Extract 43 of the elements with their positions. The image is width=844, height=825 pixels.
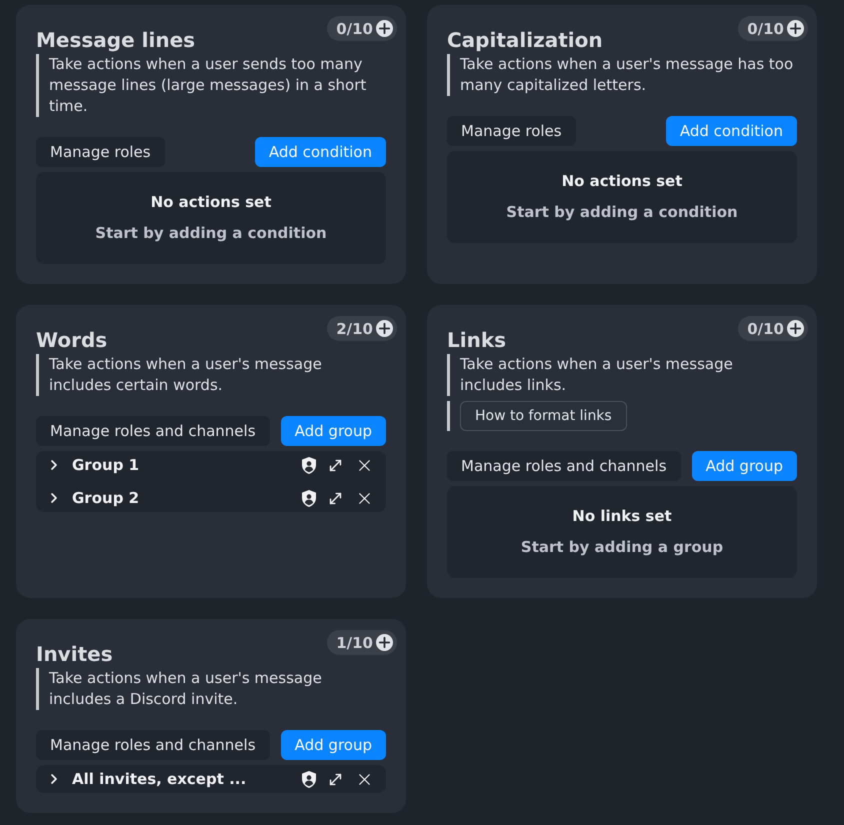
card-title: Message lines: [36, 27, 196, 54]
shield-person-icon[interactable]: [302, 490, 316, 506]
plus-circle-icon[interactable]: [787, 320, 804, 337]
plus-circle-icon[interactable]: [376, 634, 393, 651]
empty-state-hint: Start by adding a condition: [506, 202, 738, 223]
count-text: 0/10: [336, 18, 373, 38]
add-button[interactable]: Add group: [280, 730, 386, 760]
count-text: 1/10: [336, 632, 373, 652]
manage-button[interactable]: Manage roles and channels: [36, 730, 270, 760]
card-title: Links: [447, 327, 506, 354]
empty-state-title: No actions set: [150, 192, 272, 213]
shield-person-icon[interactable]: [302, 456, 316, 474]
count-text: 0/10: [747, 18, 784, 38]
card-description: Take actions when a user sends too many message lines (large messages) in a short time.: [49, 54, 368, 117]
card-title: Invites: [36, 641, 113, 668]
plus-circle-icon[interactable]: [376, 320, 393, 337]
manage-button[interactable]: Manage roles: [36, 137, 165, 167]
card-description: Take actions when a user's message has too many capitalized letters.: [460, 54, 794, 96]
manage-button[interactable]: Manage roles and channels: [36, 416, 270, 446]
shield-person-icon[interactable]: [302, 770, 316, 788]
empty-state-title: No actions set: [562, 171, 682, 192]
empty-state-hint: Start by adding a group: [520, 537, 724, 558]
card-title: Words: [36, 327, 108, 354]
count-text: 2/10: [336, 318, 373, 338]
plus-circle-icon[interactable]: [787, 20, 804, 37]
add-button[interactable]: Add group: [280, 416, 386, 446]
count-text: 0/10: [747, 318, 784, 338]
group-name[interactable]: All invites, except ...: [72, 768, 246, 790]
add-button[interactable]: Add condition: [666, 116, 797, 146]
card-description: Take actions when a user's message includes a Discord invite.: [49, 668, 323, 710]
group-name[interactable]: Group 1: [72, 454, 140, 476]
group-name[interactable]: Group 2: [72, 488, 140, 508]
help-link-button[interactable]: How to format links: [460, 401, 627, 431]
empty-state-hint: Start by adding a condition: [95, 223, 327, 244]
card-description: Take actions when a user's message includes certain words.: [49, 354, 323, 396]
empty-state-title: No links set: [572, 506, 672, 527]
manage-button[interactable]: Manage roles: [447, 116, 576, 146]
add-button[interactable]: Add condition: [254, 137, 386, 167]
manage-button[interactable]: Manage roles and channels: [447, 451, 681, 481]
card-title: Capitalization: [447, 27, 603, 54]
card-description: Take actions when a user's message includes links.: [460, 354, 734, 396]
add-button[interactable]: Add group: [692, 451, 797, 481]
plus-circle-icon[interactable]: [376, 20, 393, 37]
